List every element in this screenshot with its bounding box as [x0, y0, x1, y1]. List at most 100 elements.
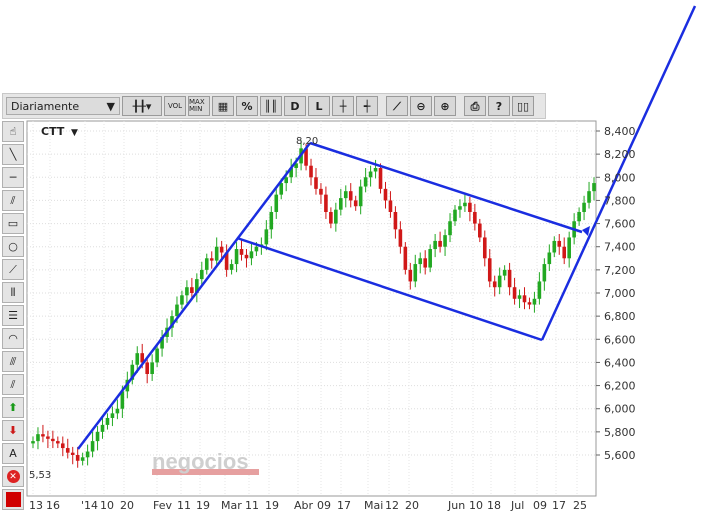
x-tick-label: 16 [46, 499, 60, 512]
chevron-down-icon[interactable]: ▼ [71, 128, 78, 138]
candle-body [413, 264, 418, 282]
candle-body [190, 287, 194, 293]
candle-body [502, 269, 507, 276]
candle-body [582, 202, 586, 212]
candle-body [587, 191, 591, 203]
candle-body [547, 252, 552, 265]
candle-body [75, 455, 80, 461]
watermark-text: negocios [152, 449, 249, 474]
candle-body [100, 424, 105, 432]
candle-body [552, 240, 557, 253]
high-label: 8,20 [296, 136, 318, 147]
candle-body [269, 212, 274, 230]
y-tick-label: 5,800 [604, 426, 636, 439]
candle-body [433, 240, 437, 250]
candle-body [368, 171, 373, 178]
candle-body [115, 408, 120, 414]
candle-body [60, 443, 65, 449]
x-tick-label: Jun [447, 499, 465, 512]
candle-body [443, 235, 447, 247]
candle-body [473, 212, 477, 224]
candle-body [239, 249, 244, 255]
x-tick-label: 25 [573, 499, 587, 512]
candle-body [522, 295, 527, 303]
candle-body [155, 348, 159, 363]
candle-body [388, 200, 393, 212]
candle-body [393, 212, 398, 230]
candle-body [199, 269, 204, 280]
candle-body [527, 302, 532, 305]
candle-body [95, 431, 100, 442]
candle-body [383, 188, 388, 201]
x-tick-label: 11 [177, 499, 191, 512]
candle-body [31, 441, 35, 444]
x-tick-label: Abr [294, 499, 314, 512]
candle-body [334, 209, 338, 224]
candle-body [46, 436, 50, 439]
x-tick-label: 12 [385, 499, 399, 512]
y-tick-label: 7,800 [604, 194, 636, 207]
y-axis: 8,400 8,200 8,000 7,800 7,600 7,400 7,200 7,000… [596, 125, 636, 462]
x-tick-label: 10 [469, 499, 483, 512]
candle-body [314, 177, 318, 189]
y-tick-label: 6,400 [604, 356, 636, 369]
candle-body [363, 177, 368, 187]
y-tick-label: 6,600 [604, 333, 636, 346]
candle-body [175, 304, 179, 317]
candle-body [145, 362, 149, 374]
candle-body [482, 237, 487, 259]
candle-body [274, 194, 279, 212]
candle-body [329, 212, 333, 224]
candle-body [56, 441, 60, 444]
y-tick-label: 8,400 [604, 125, 636, 138]
x-tick-label: 20 [405, 499, 419, 512]
candle-body [135, 353, 140, 365]
candle-body [373, 168, 378, 172]
candle-body [244, 254, 249, 259]
y-tick-label: 7,400 [604, 241, 636, 254]
x-tick-label: 19 [265, 499, 279, 512]
candle-body [36, 434, 40, 442]
symbol-label[interactable]: CTT [41, 125, 65, 138]
candle-body [150, 362, 154, 374]
candle-body [65, 448, 70, 453]
candle-body [105, 417, 110, 425]
candle-body [512, 287, 517, 299]
candle-body [453, 209, 457, 222]
candle-body [348, 191, 353, 201]
y-tick-label: 8,200 [604, 148, 636, 161]
x-tick-label: '14 [81, 499, 98, 512]
x-tick-label: 20 [120, 499, 134, 512]
candle-body [478, 223, 482, 238]
candle-body [358, 186, 363, 207]
candle-body [234, 249, 239, 265]
candle-body [110, 413, 115, 418]
watermark: negocios [152, 449, 259, 475]
x-tick-label: 09 [533, 499, 547, 512]
x-tick-label: 09 [317, 499, 331, 512]
candle-body [219, 246, 224, 253]
candle-body [284, 177, 288, 184]
x-tick-label: Fev [153, 499, 172, 512]
candle-body [497, 275, 502, 288]
x-tick-label: 19 [196, 499, 210, 512]
candle-body [403, 246, 408, 270]
candle-body [562, 246, 567, 259]
candle-body [567, 237, 571, 259]
x-tick-label: 17 [337, 499, 351, 512]
y-tick-label: 7,600 [604, 218, 636, 231]
candle-body [41, 434, 45, 437]
x-tick-label: Jul [510, 499, 524, 512]
candle-body [229, 264, 234, 270]
candle-body [408, 269, 413, 282]
candle-body [418, 258, 423, 265]
candle-body [492, 281, 497, 288]
y-tick-label: 6,000 [604, 403, 636, 416]
x-tick-label: 18 [487, 499, 501, 512]
candle-body [249, 251, 254, 259]
y-tick-label: 7,000 [604, 287, 636, 300]
candle-body [438, 240, 442, 247]
candle-body [428, 249, 432, 268]
x-tick-label: 13 [29, 499, 43, 512]
candle-body [532, 298, 537, 305]
